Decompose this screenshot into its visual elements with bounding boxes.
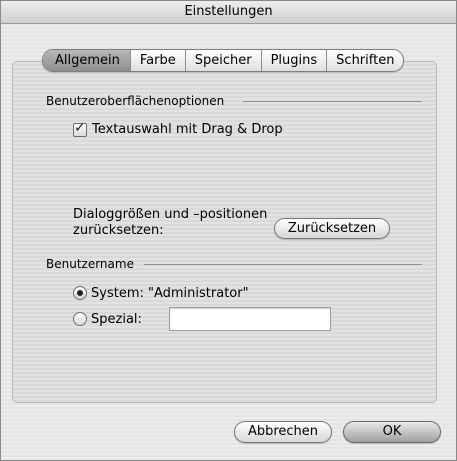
reset-button[interactable]: Zurücksetzen: [274, 218, 390, 239]
special-radio-label: Spezial:: [91, 312, 142, 327]
tab-farbe[interactable]: Farbe: [129, 50, 185, 71]
system-radio[interactable]: [73, 286, 87, 300]
ok-button[interactable]: OK: [343, 421, 441, 443]
reset-dialog-label-line2: zurücksetzen:: [73, 223, 164, 238]
tab-schriften[interactable]: Schriften: [326, 50, 403, 71]
window-title: Einstellungen: [1, 1, 456, 24]
system-radio-label: System: "Administrator": [91, 286, 249, 301]
tab-plugins[interactable]: Plugins: [260, 50, 327, 71]
drag-drop-label: Textauswahl mit Drag & Drop: [92, 122, 283, 137]
reset-dialog-label-line1: Dialoggrößen und –positionen: [73, 207, 268, 222]
special-username-input[interactable]: [169, 307, 331, 331]
tab-bar: Allgemein Farbe Speicher Plugins Schrift…: [42, 49, 405, 72]
special-radio[interactable]: [73, 312, 87, 326]
tab-allgemein[interactable]: Allgemein: [43, 50, 130, 71]
drag-drop-checkbox[interactable]: [73, 120, 87, 137]
username-rule: [144, 264, 422, 265]
ui-options-rule: [243, 101, 422, 102]
username-heading: Benutzername: [46, 257, 134, 271]
tab-speicher[interactable]: Speicher: [184, 50, 261, 71]
cancel-button[interactable]: Abbrechen: [234, 421, 332, 443]
ui-options-heading: Benutzeroberflächenoptionen: [46, 94, 225, 108]
